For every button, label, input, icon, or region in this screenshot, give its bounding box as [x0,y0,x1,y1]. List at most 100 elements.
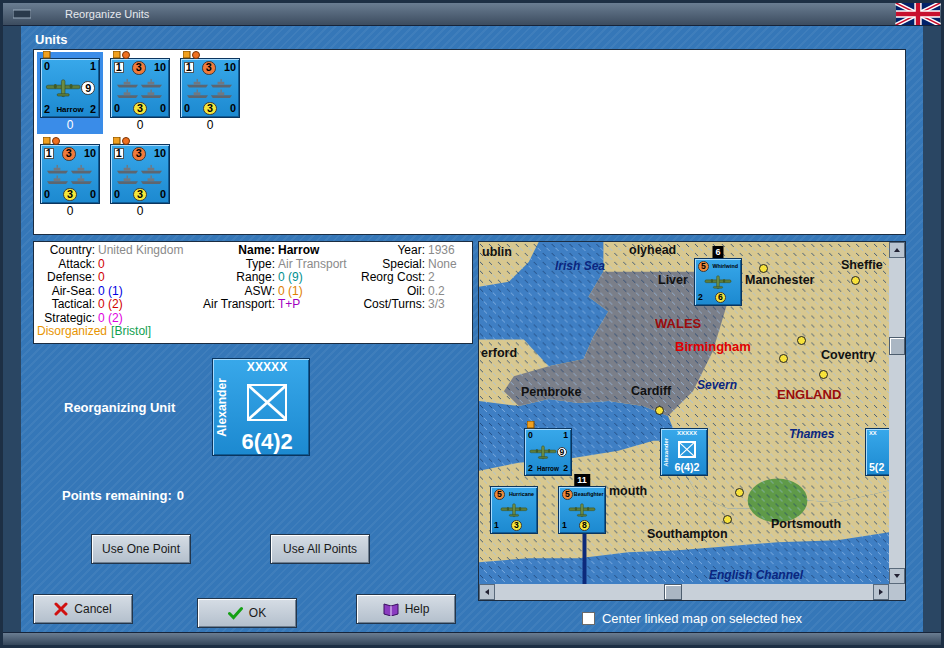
counter-range: 6 [715,292,726,303]
book-icon [383,602,399,616]
unit-cell[interactable]: 13100300 [177,52,243,134]
counter-value: 0 [160,103,166,114]
counter-attack: 5 [562,489,573,500]
counter-top: 01 [44,61,96,72]
info-column: Country:United KingdomAttack:0Defense:0A… [37,244,187,341]
counter-attack: 3 [202,61,216,75]
map-unit[interactable]: 0192Harrow2 [524,428,572,476]
unit-name: Harrow [56,106,83,114]
counter-top: 1310 [44,147,96,161]
info-label: Type: [187,258,275,272]
scroll-track[interactable] [495,584,873,600]
map-label: Sheffie [841,258,883,272]
scroll-track[interactable] [889,258,905,568]
units-label: Units [33,30,906,49]
counter-value: 0 [44,189,50,200]
counter-value: 0 [528,431,533,440]
info-value: 0 (1) [98,285,187,299]
reorganizing-unit-counter[interactable]: AlexanderXXXXX6(4)2 [212,358,310,456]
unit-counter[interactable]: XX5(2 [865,428,889,476]
info-label: Name: [187,244,275,258]
unit-counter[interactable]: 1310 030 [110,58,170,118]
vertical-scrollbar[interactable] [889,242,905,584]
counter-top: 1310 [114,61,166,75]
info-label: Tactical: [37,298,95,312]
map-label: Liver [658,273,688,287]
info-value: None [428,258,469,272]
unit-counter[interactable]: 5Hurricane13 [490,486,538,534]
button-slot: Cancel [33,594,133,624]
counter-value: 0 [160,189,166,200]
counter-value: 10 [154,62,166,73]
unit-counter[interactable]: AlexanderXXXXX6(4)2 [660,428,708,476]
counter-image [44,161,96,188]
unit-counter[interactable]: 1310030 [110,144,170,204]
horizontal-scrollbar[interactable] [479,584,889,600]
counter-value: 1 [562,521,567,530]
info-label: Special: [355,258,425,272]
scroll-arrow[interactable] [479,584,495,600]
arrow-icon [892,571,902,581]
window-title: Reorganize Units [65,8,861,20]
info-value: 0 (9) [278,271,355,285]
map-unit[interactable]: AlexanderXXXXX6(4)2 [660,428,708,476]
button-label: OK [249,606,266,620]
center-map-checkbox[interactable]: Center linked map on selected hex [478,609,906,627]
scroll-arrow[interactable] [889,568,905,584]
info-value: 3/3 [428,298,469,312]
help-button[interactable]: Help [356,594,456,624]
hq-body: XXXXX6(4)2 [228,361,306,453]
city-dot-icon [819,370,828,379]
counter-bottom: 030 [114,102,166,116]
info-value: 1936 [428,244,469,258]
unit-cell[interactable]: 0192Harrow20 [37,52,103,134]
use-points-button[interactable]: Use All Points [270,534,370,564]
status-part: [Bristol] [111,325,151,339]
map-unit[interactable]: 115Beaufighter18 [558,486,606,534]
counter-defense: 3 [203,102,217,116]
window-bottom-frame [3,632,941,645]
map-unit[interactable]: XX5(2 [865,428,889,476]
ok-button[interactable]: OK [197,598,297,628]
map-label: Portsmouth [771,517,841,531]
unit-counter[interactable]: 1310030 [40,144,100,204]
unit-counter[interactable]: 0192Harrow2 [40,58,100,118]
scroll-arrow[interactable] [873,584,889,600]
unit-counter[interactable]: 5Beaufighter18 [558,486,606,534]
use-points-button[interactable]: Use One Point [91,534,191,564]
scroll-thumb[interactable] [889,337,905,355]
counter-range: 9 [557,447,568,458]
info-value: 0 [98,271,187,285]
unit-counter[interactable]: 0192Harrow2 [524,428,572,476]
map-unit[interactable]: 5Hurricane13 [490,486,538,534]
checkbox[interactable] [582,612,595,625]
counter-bottom: 26 [698,292,738,303]
counter-value: 2 [563,464,568,473]
stack-count: 11 [574,474,590,486]
info-label: Cost/Turns: [355,298,425,312]
unit-cell[interactable]: 13100300 [37,138,103,220]
counter-defense: 3 [63,188,77,202]
counter-top: 01 [528,431,568,440]
unit-counter[interactable]: 5Whirlwind 26 [694,258,742,306]
scroll-thumb[interactable] [664,584,682,600]
unit-name: Hurricane [509,492,534,497]
checkbox-label: Center linked map on selected hex [602,611,802,626]
map-unit[interactable]: 6 5Whirlwind 26 [694,258,742,306]
map-label: Irish Sea [555,259,605,273]
unit-counter[interactable]: 1310030 [180,58,240,118]
info-label: Defense: [37,271,95,285]
cancel-button[interactable]: Cancel [33,594,133,624]
unit-name: Whirlwind [712,264,738,269]
map-label: mouth [609,484,647,498]
status-part: Disorganized [37,325,107,339]
scroll-arrow[interactable] [889,242,905,258]
counter-top: 5Whirlwind [698,261,738,272]
city-dot-icon [723,515,732,524]
aircraft-icon [45,72,81,104]
unit-size: XXXXX [247,361,288,373]
unit-cell[interactable]: 1310 0300 [107,52,173,134]
unit-cell[interactable]: 13100300 [107,138,173,220]
map-viewport[interactable]: Irish SeaolyheadublinLiverManchesterShef… [479,242,889,584]
reorganize-units-window: Reorganize UnitsUnits0192Harrow201310030… [0,0,944,648]
